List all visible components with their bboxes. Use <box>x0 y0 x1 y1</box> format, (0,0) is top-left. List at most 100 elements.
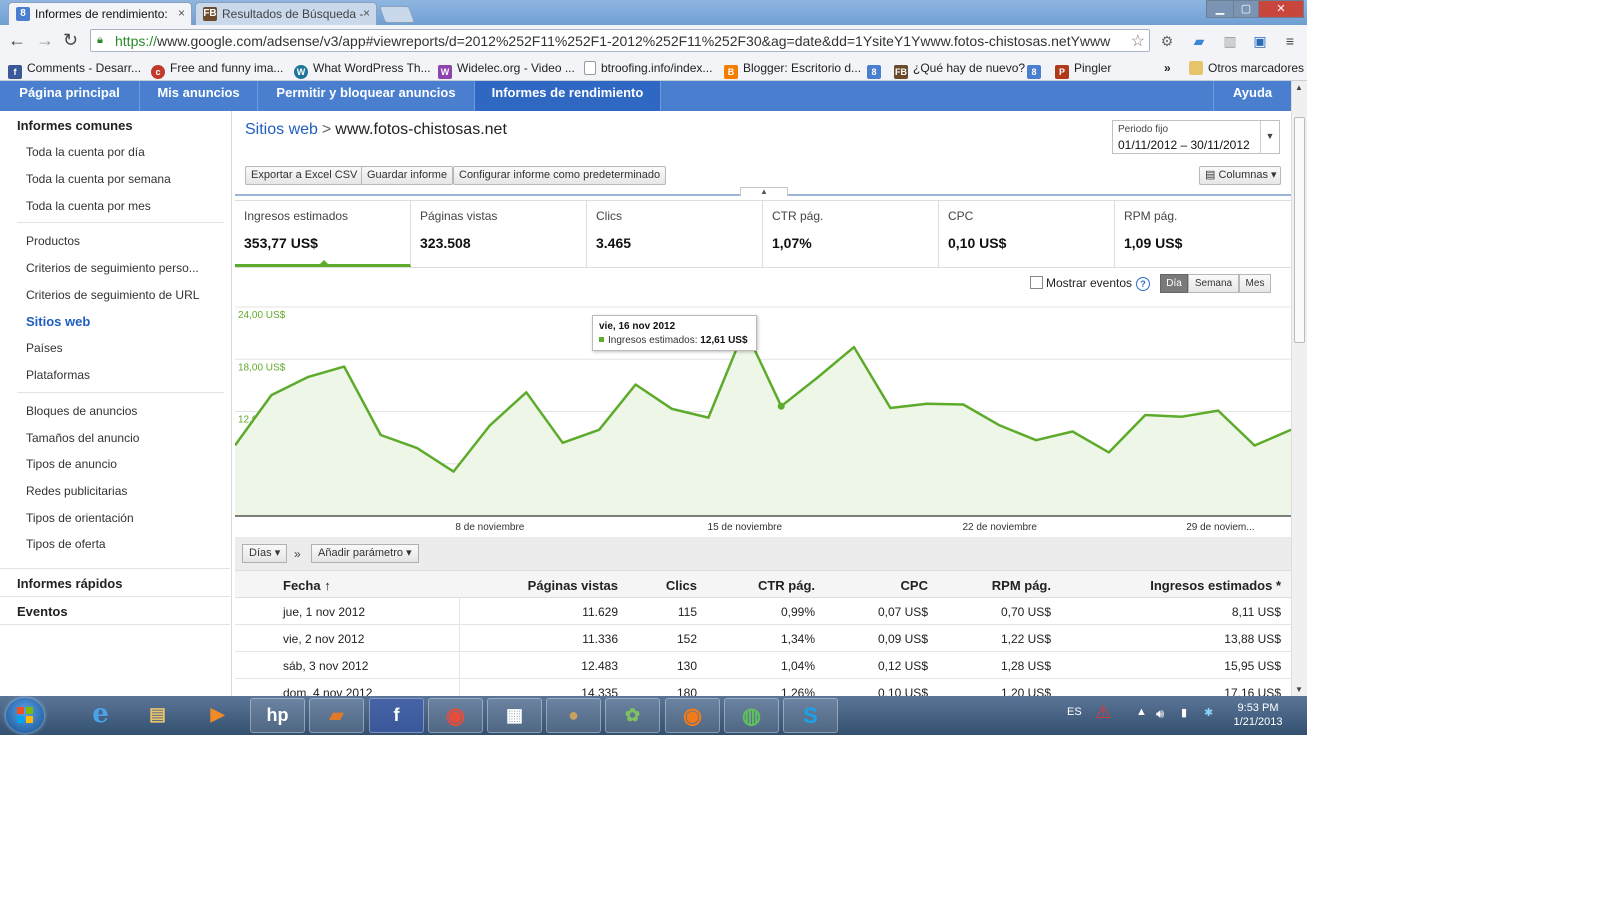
sidebar-heading-common[interactable]: Informes comunes <box>17 118 133 133</box>
alert-shield-icon[interactable]: ⚠ <box>1095 702 1111 723</box>
extension-chart-icon[interactable]: ▣ <box>1251 32 1269 50</box>
bookmark-item[interactable]: W What WordPress Th... <box>294 61 431 79</box>
menu-icon[interactable]: ≡ <box>1281 32 1299 50</box>
sidebar-item-account-month[interactable]: Toda la cuenta por mes <box>26 199 151 213</box>
messenger-icon[interactable]: ✿ <box>605 698 660 733</box>
bookmarks-overflow[interactable]: » <box>1164 61 1171 75</box>
maximize-button[interactable]: ▢ <box>1233 0 1259 18</box>
header-page-rpm[interactable]: RPM pág. <box>992 578 1051 593</box>
tab-performance-reports[interactable]: Informes de rendimiento <box>475 81 661 111</box>
metric-cpc[interactable]: CPC 0,10 US$ <box>939 201 1115 267</box>
help-icon[interactable]: ? <box>1136 277 1151 291</box>
bookmark-item[interactable]: 8 <box>1027 61 1046 79</box>
reload-icon[interactable]: ↻ <box>63 30 78 51</box>
sidebar-item-ad-types[interactable]: Tipos de anuncio <box>26 457 117 471</box>
tab-allow-block-ads[interactable]: Permitir y bloquear anuncios <box>258 81 475 111</box>
tab-home[interactable]: Página principal <box>0 81 140 111</box>
bookmark-item[interactable]: FB ¿Qué hay de nuevo? <box>894 61 1025 79</box>
add-parameter-dropdown[interactable]: Añadir parámetro ▾ <box>311 544 419 563</box>
extension-stats-icon[interactable]: ▥ <box>1221 32 1239 50</box>
sidebar-item-ad-sizes[interactable]: Tamaños del anuncio <box>26 431 139 445</box>
scrollbar-thumb[interactable] <box>1294 117 1305 343</box>
save-report-button[interactable]: Guardar informe <box>361 166 454 185</box>
scroll-up-arrow-icon[interactable]: ▲ <box>1295 83 1303 92</box>
bookmark-item[interactable]: f Comments - Desarr... <box>8 61 141 79</box>
sidebar-heading-quick[interactable]: Informes rápidos <box>17 576 122 591</box>
show-events-toggle[interactable]: Mostrar eventos? <box>1030 276 1151 291</box>
facebook-app-icon[interactable]: f <box>369 698 424 733</box>
taskbar-clock[interactable]: 9:53 PM 1/21/2013 <box>1228 701 1288 729</box>
forward-arrow-icon[interactable]: → <box>36 30 54 51</box>
breadcrumb-sites-link[interactable]: Sitios web <box>245 121 318 138</box>
bookmark-star-icon[interactable]: ☆ <box>1131 31 1145 51</box>
bookmark-item[interactable]: btroofing.info/index... <box>584 61 712 75</box>
scroll-down-arrow-icon[interactable]: ▼ <box>1295 685 1303 694</box>
granularity-day[interactable]: Día <box>1160 274 1188 293</box>
header-page-ctr[interactable]: CTR pág. <box>758 578 815 593</box>
tab-my-ads[interactable]: Mis anuncios <box>140 81 258 111</box>
network-icon[interactable]: ▮ <box>1181 706 1187 719</box>
metric-page-rpm[interactable]: RPM pág. 1,09 US$ <box>1115 201 1291 267</box>
help-link[interactable]: Ayuda <box>1213 81 1291 111</box>
volume-icon[interactable]: 🔊︎ <box>1156 706 1164 722</box>
sidebar-item-products[interactable]: Productos <box>26 234 80 248</box>
header-cpc[interactable]: CPC <box>901 578 928 593</box>
sidebar-item-url-channels[interactable]: Criterios de seguimiento de URL <box>26 288 199 302</box>
browser-tab-reports[interactable]: 8 Informes de rendimiento: × <box>8 2 192 25</box>
language-indicator[interactable]: ES <box>1067 706 1082 718</box>
start-button[interactable] <box>6 698 44 733</box>
metric-page-ctr[interactable]: CTR pág. 1,07% <box>763 201 939 267</box>
sidebar-item-account-week[interactable]: Toda la cuenta por semana <box>26 172 171 186</box>
close-window-button[interactable]: ✕ <box>1258 0 1304 18</box>
bookmark-item[interactable]: c Free and funny ima... <box>151 61 283 79</box>
collapse-toggle[interactable]: ▲ <box>740 187 788 196</box>
set-default-report-button[interactable]: Configurar informe como predeterminado <box>453 166 667 185</box>
sidebar-item-ad-networks[interactable]: Redes publicitarias <box>26 484 127 498</box>
date-range-picker[interactable]: Periodo fijo 01/11/2012 – 30/11/2012 ▼ <box>1112 120 1280 154</box>
metric-estimated-earnings[interactable]: Ingresos estimados 353,77 US$ <box>235 201 411 267</box>
notepad-app-icon[interactable]: ▦ <box>487 698 542 733</box>
firefox-icon[interactable]: ◉ <box>665 698 720 733</box>
granularity-month[interactable]: Mes <box>1239 274 1271 293</box>
tab-close-icon[interactable]: × <box>178 6 185 20</box>
export-csv-button[interactable]: Exportar a Excel CSV <box>245 166 364 185</box>
bookmark-item[interactable]: W Widelec.org - Video ... <box>438 61 575 79</box>
tab-close-icon[interactable]: × <box>363 6 370 20</box>
new-tab-button[interactable] <box>378 6 416 23</box>
chevron-down-icon[interactable]: ▼ <box>1260 121 1279 153</box>
back-arrow-icon[interactable]: ← <box>8 30 26 51</box>
header-page-views[interactable]: Páginas vistas <box>528 578 618 593</box>
sidebar-item-sites[interactable]: Sitios web <box>26 314 90 329</box>
header-date[interactable]: Fecha ↑ <box>283 578 331 593</box>
metric-clicks[interactable]: Clics 3.465 <box>587 201 763 267</box>
days-dropdown[interactable]: Días ▾ <box>242 544 288 563</box>
granularity-week[interactable]: Semana <box>1188 274 1239 293</box>
sidebar-item-targeting-types[interactable]: Tipos de orientación <box>26 511 134 525</box>
internet-explorer-icon[interactable]: e <box>73 698 128 733</box>
media-player-icon[interactable]: ▶ <box>190 698 245 733</box>
sidebar-item-ad-units[interactable]: Bloques de anuncios <box>26 404 137 418</box>
sidebar-heading-events[interactable]: Eventos <box>17 604 68 619</box>
minimize-button[interactable]: ▁ <box>1206 0 1234 18</box>
hp-app-icon[interactable]: hp <box>250 698 305 733</box>
sidebar-item-custom-channels[interactable]: Criterios de seguimiento perso... <box>26 261 199 275</box>
metric-page-views[interactable]: Páginas vistas 323.508 <box>411 201 587 267</box>
browser-tab-search[interactable]: FB Resultados de Búsqueda - × <box>195 2 377 25</box>
address-bar[interactable]: 🔒︎ https://www.google.com/adsense/v3/app… <box>90 29 1150 52</box>
extension-gear-icon[interactable]: ⚙ <box>1158 32 1176 50</box>
app-icon[interactable]: ▰ <box>309 698 364 733</box>
extension-translate-icon[interactable]: ▰ <box>1190 32 1208 50</box>
bookmark-item[interactable]: 8 <box>867 61 886 79</box>
header-estimated-earnings[interactable]: Ingresos estimados * <box>1150 578 1281 593</box>
sidebar-item-bid-types[interactable]: Tipos de oferta <box>26 537 106 551</box>
page-scrollbar[interactable]: ▲ ▼ <box>1291 81 1307 696</box>
sidebar-item-countries[interactable]: Países <box>26 341 63 355</box>
header-clicks[interactable]: Clics <box>666 578 697 593</box>
bookmark-item[interactable]: B Blogger: Escritorio d... <box>724 61 861 79</box>
show-events-checkbox[interactable] <box>1030 276 1043 289</box>
skype-icon[interactable]: S <box>783 698 838 733</box>
sync-icon[interactable]: ✱ <box>1204 706 1213 719</box>
other-bookmarks[interactable]: Otros marcadores <box>1189 61 1304 75</box>
bookmark-item[interactable]: P Pingler <box>1055 61 1111 79</box>
sidebar-item-account-day[interactable]: Toda la cuenta por día <box>26 145 145 159</box>
